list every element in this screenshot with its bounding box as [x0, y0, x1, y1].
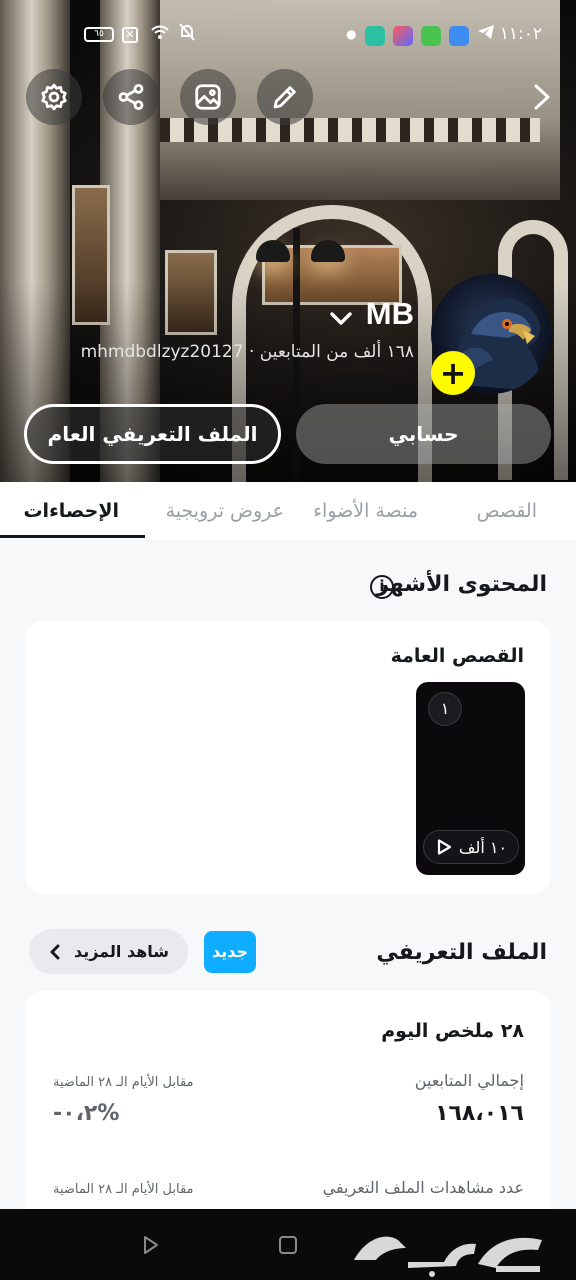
share-icon	[118, 84, 144, 110]
profile-views-label: عدد مشاهدات الملف التعريفي	[322, 1178, 524, 1197]
battery-icon: ٦٥	[84, 27, 114, 42]
chevron-down-icon	[330, 312, 352, 325]
mute-bell-icon	[178, 22, 196, 49]
add-story-button[interactable]: +	[431, 351, 475, 395]
account-switch-button[interactable]	[326, 306, 356, 330]
edit-icon	[273, 86, 296, 109]
see-more-button[interactable]: شاهد المزيد	[29, 929, 188, 974]
nav-back-icon	[144, 1236, 158, 1254]
story-views-count: ١٠ ألف	[458, 837, 508, 857]
story-views-pill: ١٠ ألف	[423, 830, 519, 864]
followers-compare-label: مقابل الأيام الـ ٢٨ الماضية	[53, 1075, 194, 1090]
status-bar: ٦٥ ✕ ● ١١:٠٢	[0, 0, 576, 68]
back-button[interactable]	[526, 80, 558, 114]
app-notification-icon	[365, 26, 385, 46]
snapchat-profile-screen: { "status_bar": { "time": "١١:٠٢", "batt…	[0, 0, 576, 1280]
wifi-icon	[150, 22, 170, 49]
summary-title: ٢٨ ملخص اليوم	[381, 1020, 524, 1042]
followers-compare-value: %٠،٢-	[53, 1101, 120, 1126]
username: mhmdbdlzyz20127	[80, 342, 244, 362]
dot-icon: ●	[346, 27, 357, 41]
top-content-title: المحتوى الأشهر	[376, 572, 547, 597]
share-button[interactable]	[103, 69, 159, 125]
nav-home-button[interactable]	[278, 1235, 298, 1255]
total-followers-value: ١٦٨،٠١٦	[435, 1101, 524, 1126]
nav-home-icon	[279, 1236, 297, 1254]
views-compare-label: مقابل الأيام الـ ٢٨ الماضية	[53, 1182, 194, 1197]
display-name: MB	[365, 296, 414, 331]
followers-count: ١٦٨ ألف من المتابعين	[259, 342, 414, 362]
separator: ·	[248, 342, 255, 362]
tab-insights[interactable]: الإحصاءات	[23, 500, 119, 522]
play-icon	[437, 839, 452, 855]
active-tab-indicator	[0, 535, 145, 538]
story-rank-badge: ١	[428, 692, 462, 726]
tab-spotlight[interactable]: منصة الأضواء	[313, 500, 418, 522]
app-notification-icon	[449, 26, 469, 46]
summary-card: ٢٨ ملخص اليوم إجمالي المتابعين ١٦٨،٠١٦ م…	[25, 991, 551, 1231]
profile-tabs: القصص منصة الأضواء عروض ترويجية الإحصاءا…	[0, 482, 576, 540]
chevron-left-icon	[50, 944, 60, 959]
profile-section-title: الملف التعريفي	[376, 940, 547, 965]
public-stories-title: القصص العامة	[390, 645, 524, 667]
total-followers-label: إجمالي المتابعين	[414, 1071, 524, 1090]
chevron-right-icon	[534, 84, 550, 110]
app-notification-icon	[393, 26, 413, 46]
image-icon	[195, 84, 221, 110]
tab-promotions[interactable]: عروض ترويجية	[166, 500, 284, 522]
public-profile-button[interactable]: الملف التعريفي العام	[24, 404, 281, 464]
status-time: ١١:٠٢	[499, 24, 542, 44]
app-notification-icon	[421, 26, 441, 46]
nav-back-button[interactable]	[142, 1235, 160, 1255]
my-account-button[interactable]: حسابي	[296, 404, 551, 464]
tab-stories[interactable]: القصص	[477, 500, 537, 522]
plus-icon: +	[439, 354, 467, 392]
public-stories-card: القصص العامة ١ ١٠ ألف	[25, 621, 551, 894]
info-icon[interactable]: i	[370, 575, 394, 599]
edit-profile-button[interactable]	[257, 69, 313, 125]
notification-x-icon: ✕	[122, 27, 138, 43]
new-badge: جديد	[204, 931, 256, 973]
see-more-label: شاهد المزيد	[73, 942, 170, 961]
telegram-icon	[476, 22, 496, 49]
username-followers-line: ١٦٨ ألف من المتابعين · mhmdbdlzyz20127	[81, 342, 414, 362]
settings-button[interactable]	[26, 69, 82, 125]
change-background-button[interactable]	[180, 69, 236, 125]
haraj-watermark-logo	[354, 1236, 542, 1277]
story-thumbnail[interactable]: ١ ١٠ ألف	[416, 682, 525, 875]
settings-icon	[41, 83, 67, 111]
